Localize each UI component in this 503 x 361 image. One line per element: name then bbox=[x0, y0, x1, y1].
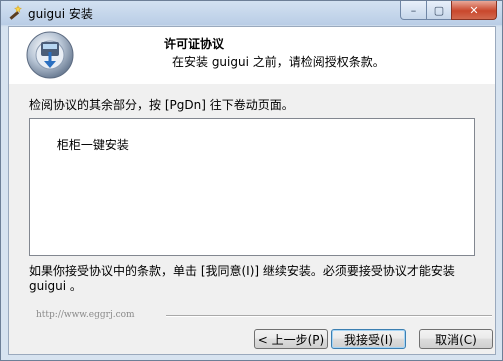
accept-instruction: 如果你接受协议中的条款，单击 [我同意(I)] 继续安装。必须要接受协议才能安装… bbox=[29, 264, 455, 293]
close-button[interactable]: ✕ bbox=[451, 1, 497, 20]
page-header: 许可证协议 在安装 guigui 之前，请检阅授权条款。 bbox=[9, 27, 495, 84]
close-icon: ✕ bbox=[469, 3, 479, 17]
page-title: 许可证协议 bbox=[164, 37, 225, 51]
back-button-label: < 上一步(P) bbox=[257, 332, 325, 347]
maximize-button[interactable]: ▢ bbox=[426, 1, 452, 20]
back-button[interactable]: < 上一步(P) bbox=[254, 329, 328, 349]
page-subtitle: 在安装 guigui 之前，请检阅授权条款。 bbox=[172, 55, 385, 69]
accept-button[interactable]: 我接受(I) bbox=[331, 329, 406, 349]
installer-window: guigui 安装 – ▢ ✕ 许可证协议 在安装 guigui 之前，请检阅授… bbox=[0, 0, 503, 361]
header-divider bbox=[9, 83, 495, 84]
dialog-client-area: 许可证协议 在安装 guigui 之前，请检阅授权条款。 检阅协议的其余部分，按… bbox=[8, 26, 496, 355]
minimize-button[interactable]: – bbox=[400, 1, 427, 20]
window-title: guigui 安装 bbox=[28, 7, 93, 21]
license-textarea[interactable]: 柜柜一键安装 bbox=[29, 118, 475, 256]
brand-url: http://www.eggrj.com bbox=[36, 310, 135, 320]
install-disc-icon bbox=[25, 30, 75, 80]
cancel-button[interactable]: 取消(C) bbox=[419, 329, 493, 349]
maximize-icon: ▢ bbox=[433, 3, 445, 17]
license-text: 柜柜一键安装 bbox=[56, 138, 129, 152]
accept-button-label: 我接受(I) bbox=[344, 332, 393, 347]
instruction-text: 检阅协议的其余部分，按 [PgDn] 往下卷动页面。 bbox=[29, 98, 294, 112]
title-bar[interactable]: guigui 安装 – ▢ ✕ bbox=[1, 1, 502, 25]
cancel-button-label: 取消(C) bbox=[435, 332, 477, 347]
footer-divider bbox=[166, 315, 492, 317]
installer-wand-icon bbox=[7, 4, 23, 21]
minimize-icon: – bbox=[410, 3, 417, 17]
